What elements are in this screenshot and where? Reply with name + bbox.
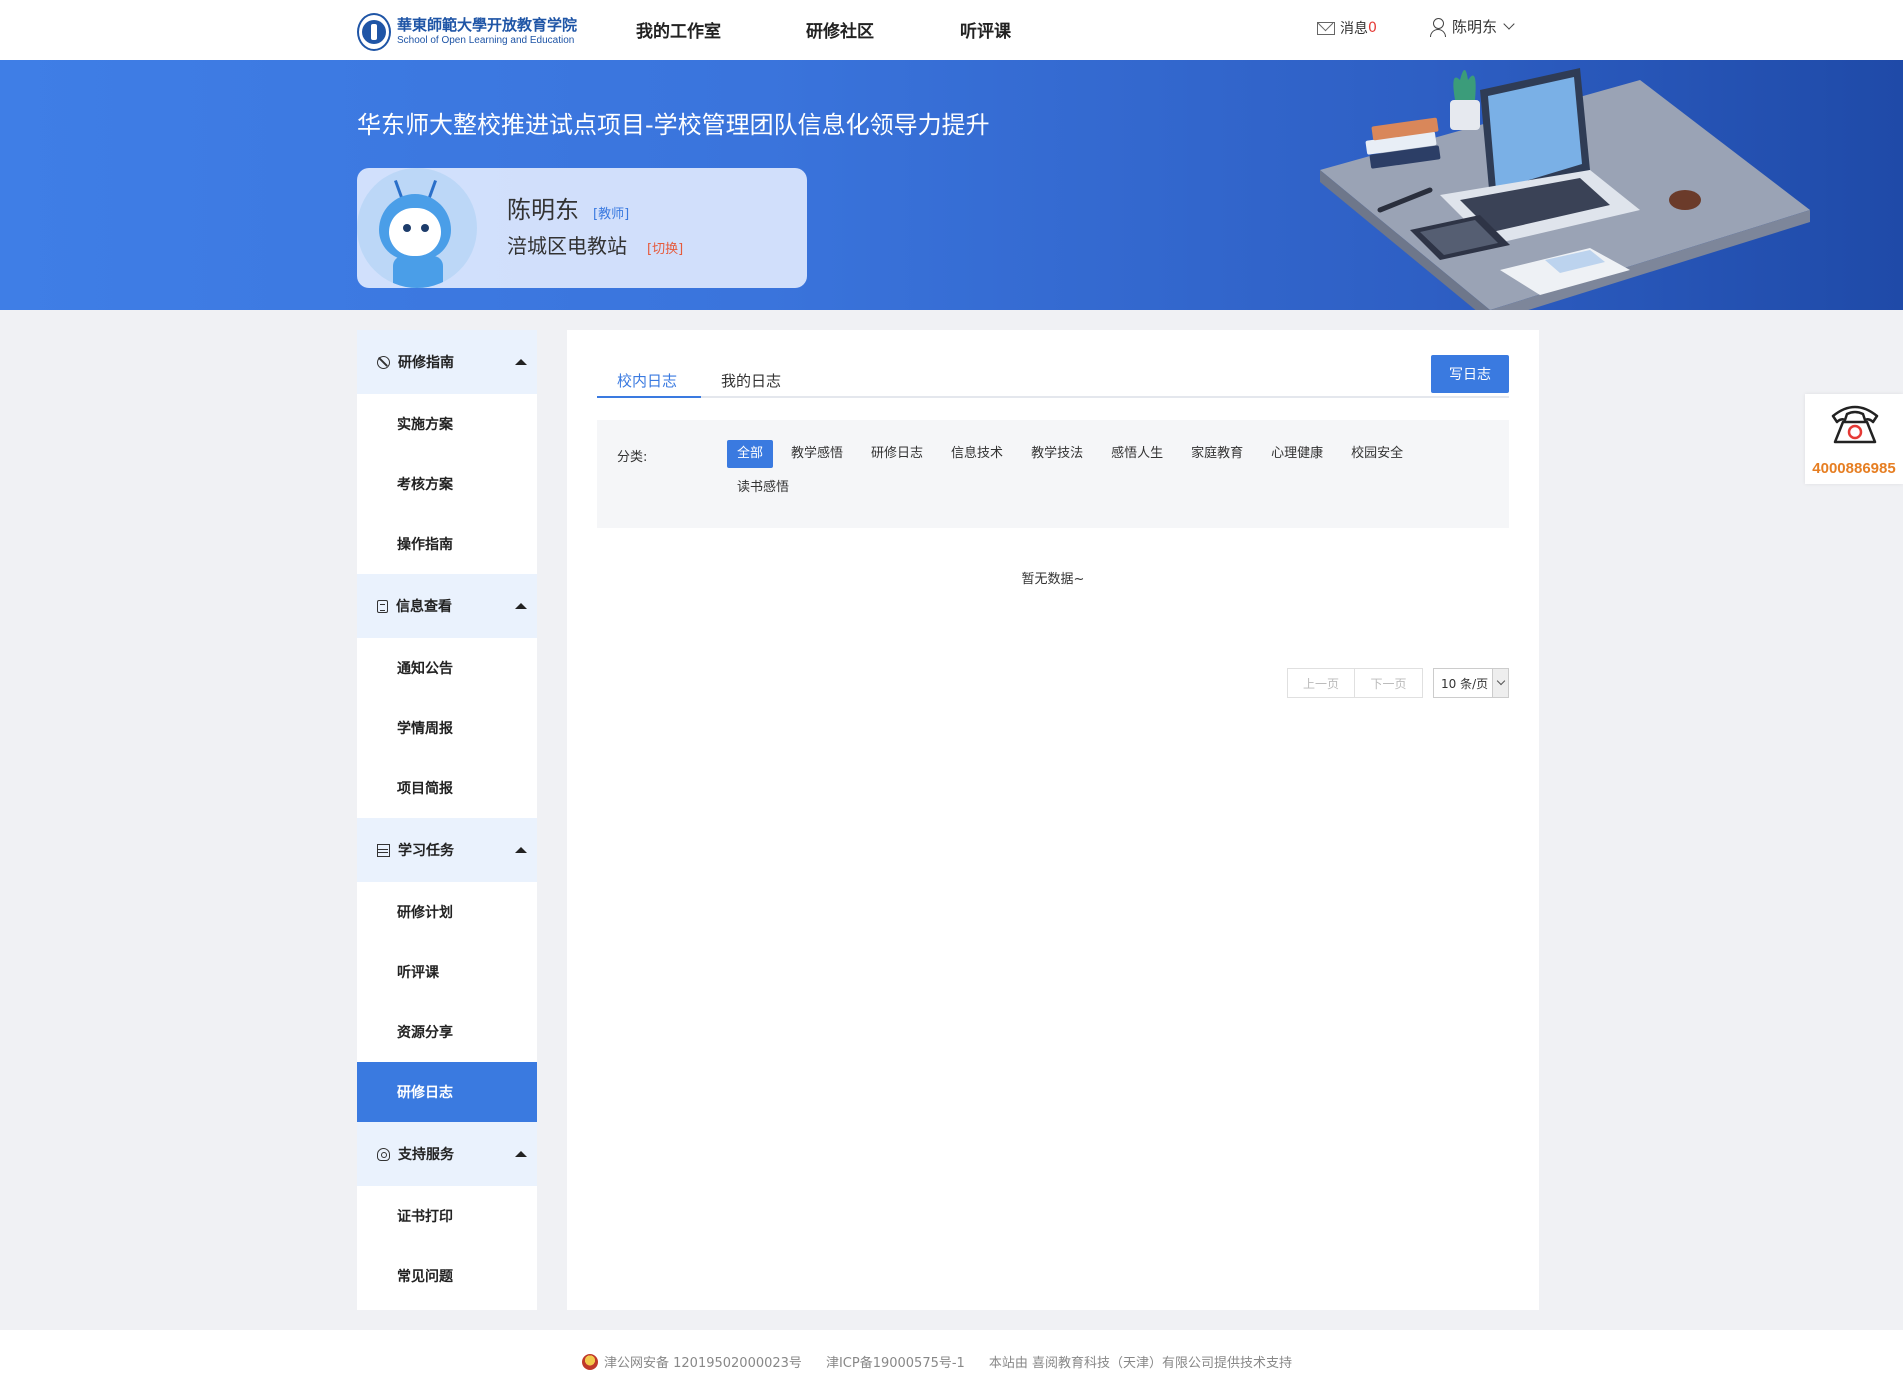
footer-tech-support: 本站由 喜阅教育科技（天津）有限公司提供技术支持 [988,1356,1292,1371]
hotline-number: 4000886985 [1812,460,1896,477]
logo-title-cn: 華東師範大學开放教育学院 [396,16,577,34]
page-size-select[interactable]: 10 条/页 [1433,668,1509,698]
empty-state-text: 暂无数据~ [1021,572,1085,587]
main-panel: 校内日志 我的日志 写日志 分类: 全部 教学感悟 研修日志 信息技术 教学技法… [567,330,1539,1310]
desk-illustration [1320,68,1810,310]
messages-count: 0 [1368,20,1377,36]
profile-organization: 涪城区电教站 [507,234,627,258]
filter-option[interactable]: 教学感悟 [781,440,853,468]
write-log-button[interactable]: 写日志 [1431,355,1509,393]
logo-title-en: School of Open Learning and Education [396,35,575,46]
messages-link[interactable]: 消息 0 [1317,18,1377,38]
sidebar-group-tasks[interactable]: 学习任务 [357,818,537,882]
sidebar-item-study-log[interactable]: 研修日志 [357,1062,537,1122]
profile-card: 陈明东 [教师] 涪城区电教站 [切换] [357,168,807,288]
filter-option[interactable]: 读书感悟 [727,474,799,502]
sidebar-item-study-plan[interactable]: 研修计划 [357,882,537,942]
nav-my-studio[interactable]: 我的工作室 [636,17,721,42]
project-title: 华东师大整校推进试点项目-学校管理团队信息化领导力提升 [357,111,990,139]
sidebar-item-resource-share[interactable]: 资源分享 [357,1002,537,1062]
caret-up-icon [515,847,527,853]
active-tab-indicator [597,396,701,398]
page-footer: 津公网安备 12019502000023号 津ICP备19000575号-1 本… [0,1330,1903,1390]
sidebar-group-label: 信息查看 [396,599,452,615]
document-icon [377,599,388,613]
support-icon [377,1147,390,1161]
log-tabs: 校内日志 我的日志 [597,360,1509,398]
user-name: 陈明东 [1452,18,1498,36]
filter-option[interactable]: 家庭教育 [1181,440,1253,468]
sidebar-menu: 研修指南 实施方案 考核方案 操作指南 信息查看 通知公告 学情周报 项目简报 … [357,330,537,1310]
telephone-icon [1831,405,1879,444]
sidebar-group-label: 支持服务 [398,1147,454,1163]
user-menu[interactable]: 陈明东 [1430,16,1515,37]
footer-police-record[interactable]: 津公网安备 12019502000023号 [604,1352,802,1371]
filter-label: 分类: [617,450,648,465]
caret-up-icon [515,603,527,609]
sidebar-item-lesson-review[interactable]: 听评课 [357,942,537,1002]
caret-up-icon [515,359,527,365]
sidebar-group-label: 研修指南 [398,355,454,371]
project-banner: 华东师大整校推进试点项目-学校管理团队信息化领导力提升 陈明东 [教师] 涪城区… [0,60,1903,310]
sidebar-item-notices[interactable]: 通知公告 [357,638,537,698]
chevron-down-icon [1492,669,1508,697]
university-seal-icon [357,13,391,51]
page-size-value: 10 条/页 [1441,676,1489,691]
sidebar-item-assessment-plan[interactable]: 考核方案 [357,454,537,514]
sidebar-item-certificate-print[interactable]: 证书打印 [357,1186,537,1246]
filter-option-all[interactable]: 全部 [727,440,774,468]
caret-up-icon [515,1151,527,1157]
filter-option[interactable]: 研修日志 [861,440,933,468]
sidebar-item-project-brief[interactable]: 项目简报 [357,758,537,818]
messages-label: 消息 [1340,21,1368,37]
prev-page-button[interactable]: 上一页 [1287,668,1355,698]
filter-option[interactable]: 感悟人生 [1101,440,1173,468]
sidebar-group-support[interactable]: 支持服务 [357,1122,537,1186]
sidebar-group-guide[interactable]: 研修指南 [357,330,537,394]
pagination: 上一页 下一页 10 条/页 [1287,668,1509,698]
sidebar-item-faq[interactable]: 常见问题 [357,1246,537,1306]
sidebar-item-implementation-plan[interactable]: 实施方案 [357,394,537,454]
police-badge-icon [582,1353,598,1370]
sidebar-group-info[interactable]: 信息查看 [357,574,537,638]
filter-option[interactable]: 心理健康 [1261,440,1333,468]
category-filter: 分类: 全部 教学感悟 研修日志 信息技术 教学技法 感悟人生 家庭教育 心理健… [597,420,1509,528]
tab-my-logs[interactable]: 我的日志 [721,370,781,391]
filter-option[interactable]: 信息技术 [941,440,1013,468]
filter-option[interactable]: 校园安全 [1341,440,1413,468]
role-badge: [教师] [593,207,630,222]
nav-lesson-review[interactable]: 听评课 [960,17,1011,42]
sidebar-group-label: 学习任务 [398,843,454,859]
top-navbar: 華東師範大學开放教育学院 School of Open Learning and… [0,0,1903,60]
mail-icon [1317,21,1335,35]
avatar [357,168,477,288]
next-page-button[interactable]: 下一页 [1355,668,1423,698]
user-icon [1430,17,1446,37]
sidebar-item-operation-guide[interactable]: 操作指南 [357,514,537,574]
guide-icon [377,355,390,369]
footer-icp-record[interactable]: 津ICP备19000575号-1 [826,1352,965,1371]
task-icon [377,843,390,857]
tab-school-logs[interactable]: 校内日志 [617,370,677,391]
hotline-widget[interactable]: 4000886985 [1805,394,1903,484]
nav-community[interactable]: 研修社区 [806,17,874,42]
sidebar-item-weekly-report[interactable]: 学情周报 [357,698,537,758]
filter-option[interactable]: 教学技法 [1021,440,1093,468]
site-logo[interactable]: 華東師範大學开放教育学院 School of Open Learning and… [357,12,577,52]
profile-name: 陈明东 [507,196,579,224]
switch-link[interactable]: [切换] [647,238,683,257]
chevron-down-icon [1503,18,1515,30]
